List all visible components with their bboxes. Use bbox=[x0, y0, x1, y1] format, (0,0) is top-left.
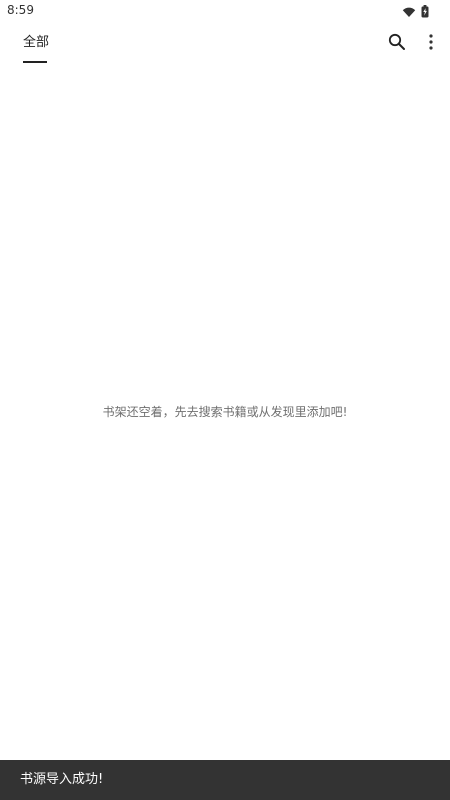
tab-all[interactable]: 全部 bbox=[20, 20, 50, 64]
top-app-bar: 全部 bbox=[0, 20, 450, 68]
search-button[interactable] bbox=[383, 30, 411, 58]
status-time: 8:59 bbox=[7, 3, 34, 17]
empty-bookshelf-message: 书架还空着，先去搜索书籍或从发现里添加吧! bbox=[102, 405, 348, 419]
more-vert-icon bbox=[429, 34, 433, 54]
more-options-button[interactable] bbox=[417, 30, 445, 58]
search-icon bbox=[388, 33, 406, 55]
status-bar: 8:59 bbox=[0, 0, 450, 20]
snackbar: 书源导入成功! bbox=[0, 760, 450, 800]
tab-indicator bbox=[23, 61, 47, 63]
tab-all-label: 全部 bbox=[23, 35, 50, 50]
snackbar-message: 书源导入成功! bbox=[20, 772, 104, 787]
